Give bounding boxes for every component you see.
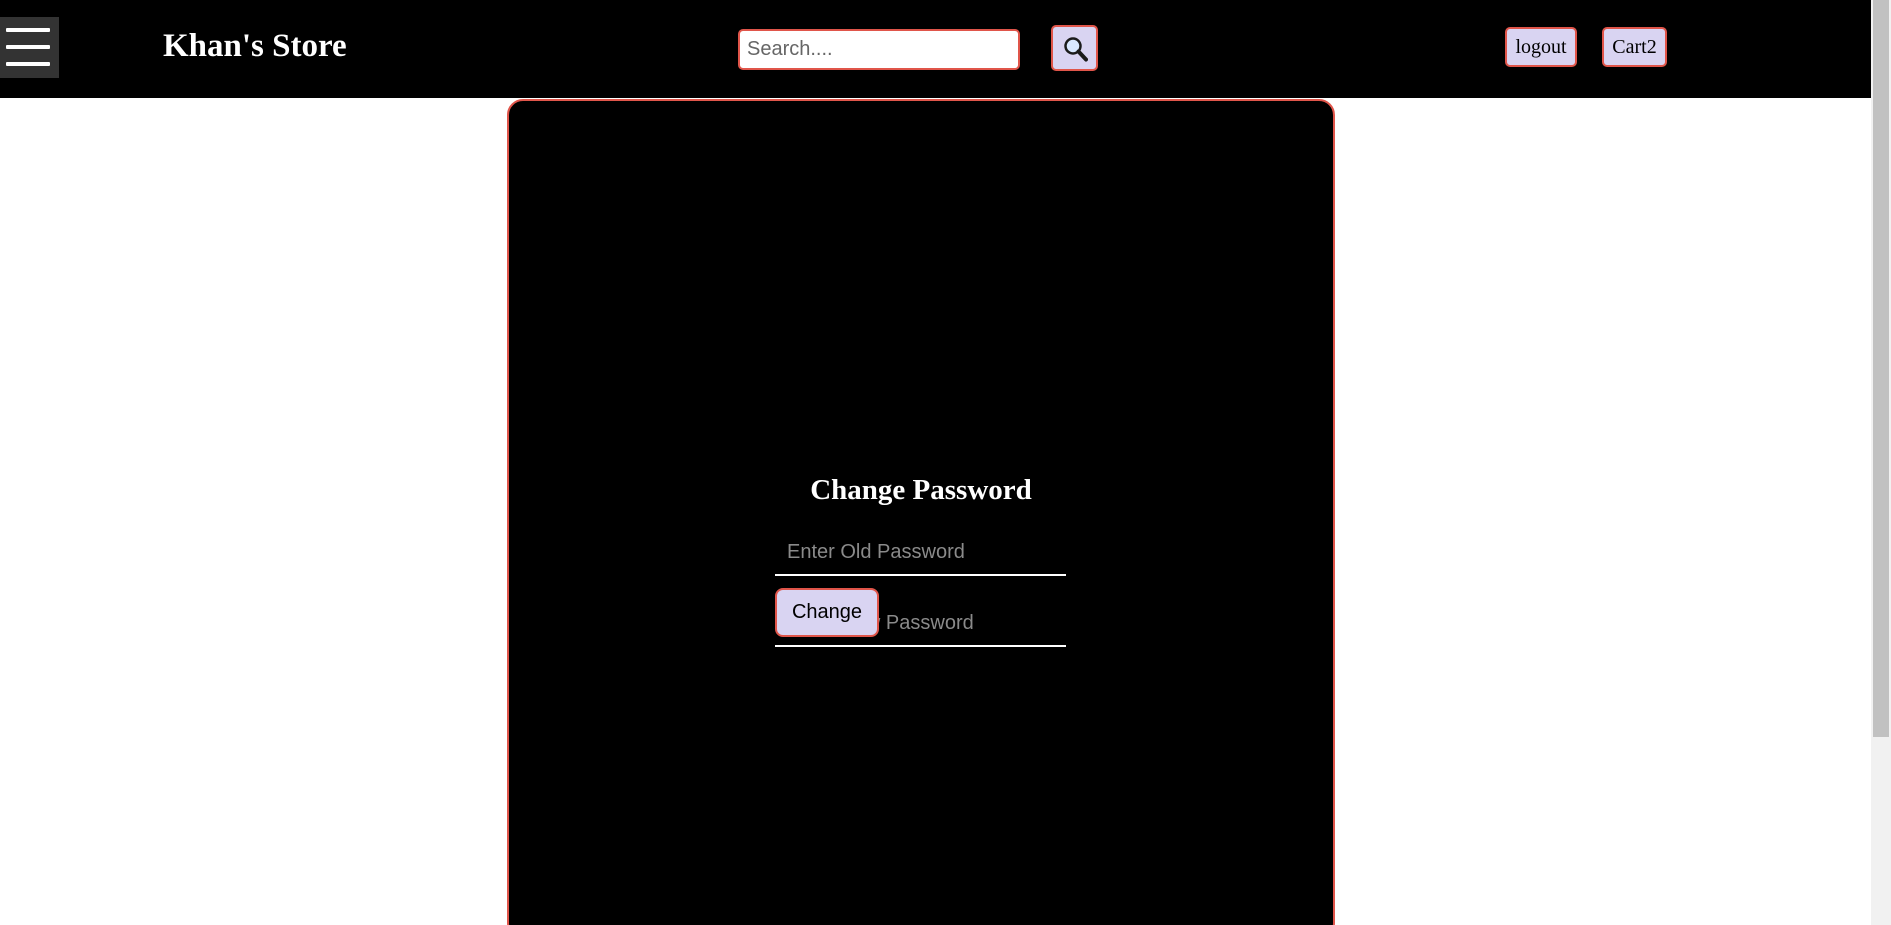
logout-button[interactable]: logout <box>1505 27 1577 67</box>
search-input[interactable] <box>738 29 1020 70</box>
scrollbar-thumb[interactable] <box>1873 0 1889 737</box>
old-password-field[interactable] <box>775 530 1066 576</box>
hamburger-menu-icon <box>6 28 50 32</box>
vertical-scrollbar[interactable] <box>1871 0 1891 925</box>
hamburger-menu-button[interactable] <box>0 17 59 78</box>
store-logo-title[interactable]: Khan's Store <box>163 26 347 66</box>
hamburger-menu-icon <box>6 62 50 66</box>
change-password-panel: Change Password Change <box>507 99 1335 925</box>
viewport: Khan's Store logout Cart2 Change Passwor… <box>0 0 1891 925</box>
hamburger-menu-icon <box>6 45 50 49</box>
search-icon <box>1064 37 1088 62</box>
search-button[interactable] <box>1051 25 1098 71</box>
cart-button[interactable]: Cart2 <box>1602 27 1667 67</box>
top-navbar: Khan's Store logout Cart2 <box>0 0 1871 98</box>
change-password-button[interactable]: Change <box>775 588 879 637</box>
form-title: Change Password <box>810 474 1032 506</box>
